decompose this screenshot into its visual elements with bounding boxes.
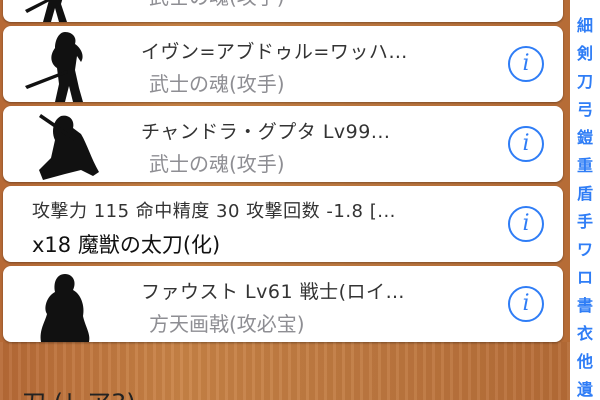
index-item[interactable]: 弓 — [570, 100, 600, 120]
index-item[interactable]: 鎧 — [570, 128, 600, 148]
item-title: チャンドラ・グプタ Lv99... — [141, 121, 391, 143]
robed-figure-silhouette-icon — [40, 274, 90, 342]
item-title: イヴン=アブドゥル=ワッハ… — [141, 41, 408, 63]
item-subtitle: 武士の魂(攻手) — [149, 72, 285, 96]
index-item[interactable]: ワ — [570, 240, 600, 260]
list-item[interactable]: イヴン=アブドゥル=ワッハ… 武士の魂(攻手) i — [3, 26, 563, 102]
weapon-stats: 攻撃力 115 命中精度 30 攻撃回数 -1.8 [... — [32, 201, 396, 222]
index-item[interactable]: 盾 — [570, 184, 600, 204]
info-icon[interactable]: i — [508, 46, 544, 82]
index-item[interactable]: 遺 — [570, 380, 600, 400]
item-subtitle: 武士の魂(攻手) — [149, 0, 285, 10]
index-item[interactable]: 細 — [570, 16, 600, 36]
index-item[interactable]: 衣 — [570, 324, 600, 344]
info-icon[interactable]: i — [508, 206, 544, 242]
index-item[interactable]: 他 — [570, 352, 600, 372]
info-icon[interactable]: i — [508, 286, 544, 322]
index-item[interactable]: 重 — [570, 156, 600, 176]
weapon-name: x18 魔獣の太刀(化) — [32, 233, 221, 257]
list-item[interactable]: ファウスト Lv61 戦士(ロイ… 方天画戟(攻必宝) i — [3, 266, 563, 342]
section-header: 刀 (レア3) — [22, 383, 136, 400]
list-item[interactable]: チャンドラ・グプタ Lv99... 武士の魂(攻手) i — [3, 106, 563, 182]
item-subtitle: 武士の魂(攻手) — [149, 152, 285, 176]
swordsman-long-hair-silhouette-icon — [25, 32, 83, 102]
samurai-sword-silhouette-icon — [25, 0, 67, 22]
index-item[interactable]: 書 — [570, 296, 600, 316]
index-item[interactable]: 剣 — [570, 44, 600, 64]
item-title: ファウスト Lv61 戦士(ロイ… — [141, 281, 405, 303]
index-item[interactable]: 刀 — [570, 72, 600, 92]
info-icon[interactable]: i — [508, 126, 544, 162]
index-item[interactable]: 手 — [570, 212, 600, 232]
kneeling-samurai-silhouette-icon — [39, 114, 99, 180]
item-subtitle: 方天画戟(攻必宝) — [149, 312, 305, 336]
section-index-bar[interactable]: 細 剣 刀 弓 鎧 重 盾 手 ワ ロ 書 衣 他 遺 — [570, 0, 600, 400]
list-item[interactable]: 武士の魂(攻手) i — [3, 0, 563, 22]
index-item[interactable]: ロ — [570, 268, 600, 288]
